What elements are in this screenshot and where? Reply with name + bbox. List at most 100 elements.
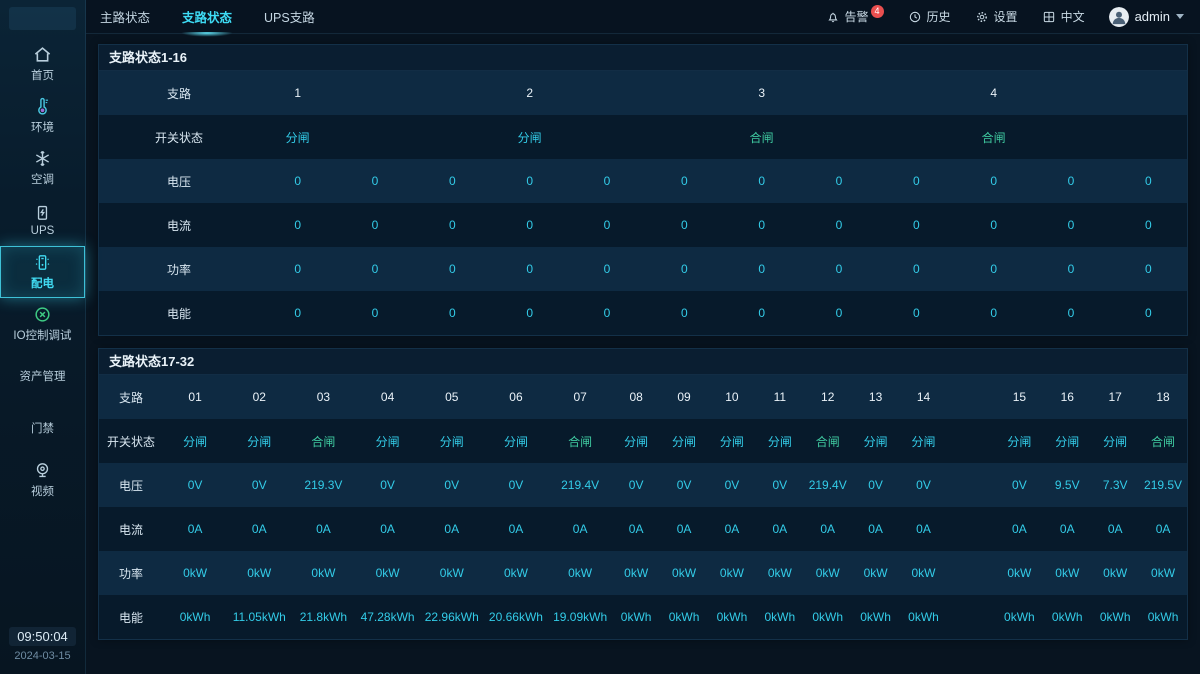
branch-id: 18 — [1139, 390, 1187, 404]
tab-branch-status[interactable]: 支路状态 — [180, 0, 234, 35]
alarm-button[interactable]: 告警 4 — [826, 8, 884, 25]
camera-icon — [33, 461, 52, 480]
sidebar-item-environment[interactable]: 环境 — [0, 90, 85, 142]
sidebar-clock: 09:50:04 2024-03-15 — [0, 627, 85, 662]
table-row: 电能0kWh11.05kWh21.8kWh47.28kWh22.96kWh20.… — [99, 595, 1187, 639]
power-value: 0kW — [660, 566, 708, 580]
switch-state: 合闸 — [548, 433, 612, 450]
table-row: 支路1234 — [99, 71, 1187, 115]
sidebar-item-power[interactable]: 配电 — [0, 246, 85, 298]
sidebar-item-access[interactable]: 门禁 — [0, 402, 85, 454]
switch-state: 合闸 — [955, 129, 1032, 146]
energy-value: 0kWh — [708, 610, 756, 624]
energy-value: 0 — [259, 306, 336, 320]
row-label: 电能 — [99, 305, 259, 322]
power-value: 0kW — [995, 566, 1043, 580]
branch-id: 4 — [955, 86, 1032, 100]
current-value: 0A — [356, 522, 420, 536]
tab-ups-branch[interactable]: UPS支路 — [262, 0, 317, 35]
voltage-value: 0V — [356, 478, 420, 492]
switch-state: 分闸 — [491, 129, 568, 146]
settings-label: 设置 — [994, 8, 1018, 25]
gear-icon — [975, 10, 989, 24]
sidebar-item-label: 配电 — [31, 275, 54, 291]
power-value: 0 — [568, 262, 645, 276]
tab-main-circuit-status[interactable]: 主路状态 — [98, 0, 152, 35]
branch-id: 2 — [491, 86, 568, 100]
main-content: 支路状态1-16 支路1234开关状态分闸分闸合闸合闸电压00000000000… — [86, 34, 1200, 674]
branch-id: 02 — [227, 390, 291, 404]
branch-id: 06 — [484, 390, 548, 404]
branch-id: 05 — [420, 390, 484, 404]
power-value: 0 — [955, 262, 1032, 276]
voltage-value: 0 — [491, 174, 568, 188]
energy-value: 0 — [568, 306, 645, 320]
sidebar-item-assets[interactable]: 资产管理 — [0, 350, 85, 402]
voltage-value: 9.5V — [1043, 478, 1091, 492]
chevron-down-icon — [1176, 14, 1184, 19]
energy-value: 0 — [955, 306, 1032, 320]
row-label: 功率 — [99, 261, 259, 278]
bell-icon — [826, 10, 840, 24]
branch-table-1-16: 支路1234开关状态分闸分闸合闸合闸电压000000000000电流000000… — [99, 71, 1187, 335]
power-value: 0 — [1032, 262, 1109, 276]
row-label: 电能 — [99, 609, 163, 626]
voltage-value: 0V — [163, 478, 227, 492]
row-label: 支路 — [99, 389, 163, 406]
table-row: 电能000000000000 — [99, 291, 1187, 335]
user-menu[interactable]: admin — [1109, 7, 1184, 27]
history-clock-icon — [908, 10, 922, 24]
branch-id: 09 — [660, 390, 708, 404]
branch-id: 15 — [995, 390, 1043, 404]
switch-state: 分闸 — [756, 433, 804, 450]
power-value: 0 — [336, 262, 413, 276]
switch-state: 分闸 — [484, 433, 548, 450]
energy-value: 0kWh — [995, 610, 1043, 624]
current-value: 0 — [955, 218, 1032, 232]
table-row: 电流0A0A0A0A0A0A0A0A0A0A0A0A0A0A0A0A0A0A — [99, 507, 1187, 551]
power-value: 0kW — [756, 566, 804, 580]
current-value: 0A — [420, 522, 484, 536]
energy-value: 20.66kWh — [484, 610, 548, 624]
sidebar-item-video[interactable]: 视频 — [0, 454, 85, 506]
row-label: 开关状态 — [99, 129, 259, 146]
energy-value: 0 — [336, 306, 413, 320]
voltage-value: 219.4V — [548, 478, 612, 492]
branch-id: 08 — [612, 390, 660, 404]
voltage-value: 0V — [756, 478, 804, 492]
sidebar: 首页环境空调UPS 配电 IO控制调试资产管理门禁视频 09:50:04 2024-… — [0, 0, 86, 674]
row-label: 电流 — [99, 217, 259, 234]
history-button[interactable]: 历史 — [908, 8, 951, 25]
language-label: 中文 — [1061, 8, 1085, 25]
alarm-label: 告警 — [845, 8, 869, 25]
sidebar-item-hvac[interactable]: 空调 — [0, 142, 85, 194]
switch-state: 合闸 — [291, 433, 355, 450]
table-row: 支路010203040506070809101112131415161718 — [99, 375, 1187, 419]
sidebar-item-home[interactable]: 首页 — [0, 38, 85, 90]
voltage-value: 219.4V — [804, 478, 852, 492]
branch-id: 01 — [163, 390, 227, 404]
settings-button[interactable]: 设置 — [975, 8, 1018, 25]
topbar: 主路状态 支路状态 UPS支路 告警 4 历史 设置 中文 admin — [86, 0, 1200, 34]
switch-state: 分闸 — [852, 433, 900, 450]
current-value: 0A — [660, 522, 708, 536]
voltage-value: 0 — [259, 174, 336, 188]
power-value: 0 — [414, 262, 491, 276]
sidebar-item-io-debug[interactable]: IO控制调试 — [0, 298, 85, 350]
topbar-actions: 告警 4 历史 设置 中文 admin — [826, 7, 1184, 27]
row-label: 电压 — [99, 477, 163, 494]
table-row: 功率0kW0kW0kW0kW0kW0kW0kW0kW0kW0kW0kW0kW0k… — [99, 551, 1187, 595]
current-value: 0 — [336, 218, 413, 232]
switch-state: 合闸 — [1139, 433, 1187, 450]
current-value: 0A — [227, 522, 291, 536]
voltage-value: 0 — [1032, 174, 1109, 188]
energy-value: 0 — [723, 306, 800, 320]
clock-date: 2024-03-15 — [0, 650, 85, 662]
panel-branch-status-17-32: 支路状态17-32 支路0102030405060708091011121314… — [98, 348, 1188, 640]
switch-state: 分闸 — [227, 433, 291, 450]
power-value: 0 — [491, 262, 568, 276]
branch-id: 17 — [1091, 390, 1139, 404]
voltage-value: 0V — [995, 478, 1043, 492]
sidebar-item-ups[interactable]: UPS — [0, 194, 85, 246]
language-button[interactable]: 中文 — [1042, 8, 1085, 25]
